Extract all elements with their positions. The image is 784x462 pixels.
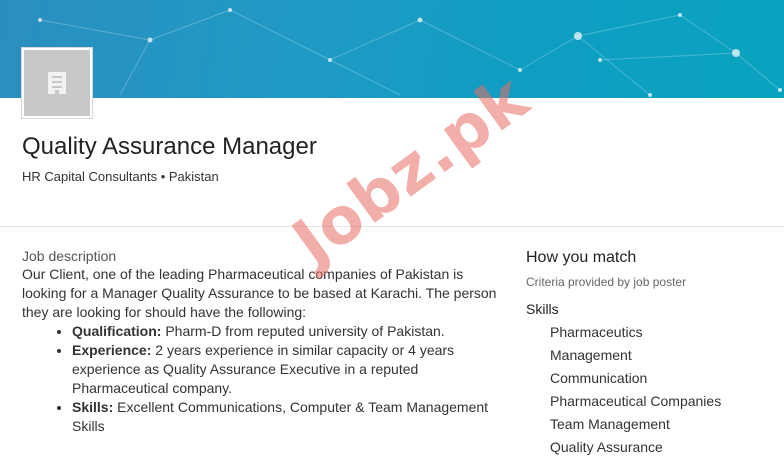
requirements-list: Qualification: Pharm-D from reputed univ… bbox=[22, 322, 502, 436]
skill-item: Management bbox=[550, 347, 632, 363]
skill-item: Team Management bbox=[550, 416, 670, 432]
skill-item: Quality Assurance bbox=[550, 439, 663, 455]
requirement-text: Pharm-D from reputed university of Pakis… bbox=[161, 323, 445, 339]
building-icon bbox=[48, 72, 66, 94]
description-intro: Our Client, one of the leading Pharmaceu… bbox=[22, 266, 497, 320]
job-title: Quality Assurance Manager bbox=[22, 133, 317, 160]
job-description-label: Job description bbox=[22, 248, 117, 264]
requirement-item: Skills: Excellent Communications, Comput… bbox=[72, 398, 502, 436]
how-you-match-panel: How you match Criteria provided by job p… bbox=[526, 249, 766, 459]
criteria-note: Criteria provided by job poster bbox=[526, 275, 687, 289]
company-logo[interactable] bbox=[22, 48, 92, 118]
requirement-key: Qualification: bbox=[72, 323, 162, 339]
job-description: Our Client, one of the leading Pharmaceu… bbox=[22, 265, 502, 436]
requirement-item: Experience: 2 years experience in simila… bbox=[72, 341, 502, 398]
skill-item: Pharmaceutical Companies bbox=[550, 393, 722, 409]
requirement-item: Qualification: Pharm-D from reputed univ… bbox=[72, 322, 502, 341]
section-divider bbox=[0, 226, 784, 227]
how-you-match-title: How you match bbox=[526, 249, 637, 266]
company-banner bbox=[0, 0, 784, 98]
company-location: HR Capital Consultants • Pakistan bbox=[22, 169, 219, 184]
skills-heading: Skills bbox=[526, 301, 559, 317]
requirement-text: Excellent Communications, Computer & Tea… bbox=[72, 399, 489, 434]
skill-item: Communication bbox=[550, 370, 648, 386]
requirement-key: Experience: bbox=[72, 342, 152, 358]
requirement-key: Skills: bbox=[72, 399, 114, 415]
network-pattern bbox=[38, 8, 782, 97]
skills-list: Pharmaceutics Management Communication P… bbox=[526, 321, 766, 459]
skill-item: Pharmaceutics bbox=[550, 324, 643, 340]
